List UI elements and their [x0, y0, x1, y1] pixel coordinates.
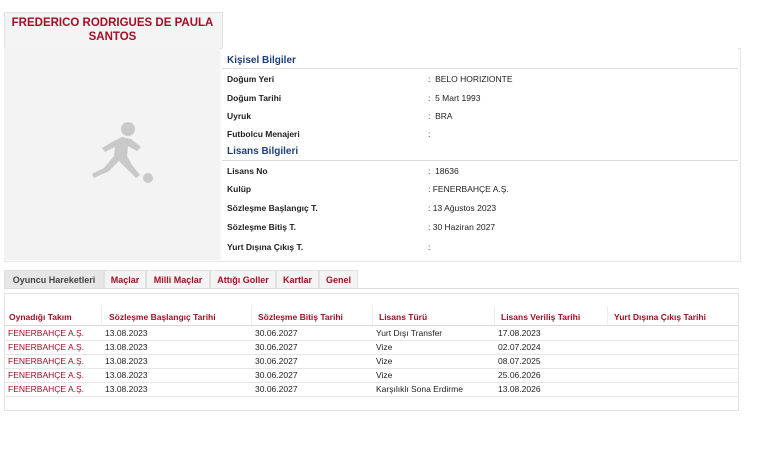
license-info-title: Lisans Bilgileri [227, 146, 299, 157]
col-header-contract-end: Sözleşme Bitiş Tarihi [258, 312, 343, 322]
birthplace-label: Doğum Yeri [227, 74, 275, 84]
tab-national-matches[interactable]: Milli Maçlar [146, 270, 210, 289]
nationality-label: Uyruk [227, 111, 252, 121]
cell-contract-start: 13.08.2023 [105, 370, 148, 380]
cell-contract-end: 30.06.2027 [255, 384, 298, 394]
tab-cards[interactable]: Kartlar [276, 270, 319, 289]
personal-info-title: Kişisel Bilgiler [227, 55, 296, 66]
cell-license-date: 13.08.2026 [498, 384, 541, 394]
cell-team[interactable]: FENERBAHÇE A.Ş. [8, 384, 84, 394]
contract-start-label: Sözleşme Başlangıç T. [227, 203, 318, 213]
cell-contract-start: 13.08.2023 [105, 356, 148, 366]
column-separator [372, 306, 373, 326]
table-row: FENERBAHÇE A.Ş. 13.08.2023 30.06.2027 Vi… [5, 355, 738, 369]
cell-team[interactable]: FENERBAHÇE A.Ş. [8, 370, 84, 380]
birthdate-label: Doğum Tarihi [227, 93, 282, 103]
cell-license-type: Vize [376, 356, 393, 366]
cell-team[interactable]: FENERBAHÇE A.Ş. [8, 328, 84, 338]
table-row: FENERBAHÇE A.Ş. 13.08.2023 30.06.2027 Vi… [5, 369, 738, 383]
cell-license-type: Karşılıklı Sona Erdirme [376, 384, 463, 394]
cell-contract-start: 13.08.2023 [105, 342, 148, 352]
cell-license-date: 08.07.2025 [498, 356, 541, 366]
cell-license-date: 02.07.2024 [498, 342, 541, 352]
tab-goals[interactable]: Attığı Goller [210, 270, 276, 289]
cell-license-date: 17.08.2023 [498, 328, 541, 338]
tab-general[interactable]: Genel [319, 270, 358, 289]
table-row: FENERBAHÇE A.Ş. 13.08.2023 30.06.2027 Ka… [5, 383, 738, 397]
cell-contract-end: 30.06.2027 [255, 342, 298, 352]
birthdate-value: : 5 Mart 1993 [428, 93, 481, 103]
birthplace-value: : BELO HORIZIONTE [428, 74, 513, 84]
player-photo [4, 48, 220, 260]
club-label: Kulüp [227, 184, 252, 194]
cell-license-type: Vize [376, 370, 393, 380]
cell-contract-end: 30.06.2027 [255, 356, 298, 366]
abroad-exit-label: Yurt Dışına Çıkış T. [227, 242, 304, 252]
cell-contract-end: 30.06.2027 [255, 328, 298, 338]
column-separator [494, 306, 495, 326]
col-header-contract-start: Sözleşme Başlangıç Tarihi [109, 312, 216, 322]
table-row: FENERBAHÇE A.Ş. 13.08.2023 30.06.2027 Yu… [5, 327, 738, 341]
license-no-label: Lisans No [227, 166, 268, 176]
club-value: : FENERBAHÇE A.Ş. [428, 184, 509, 194]
contract-end-label: Sözleşme Bitiş T. [227, 222, 296, 232]
divider [222, 68, 738, 69]
contract-start-value: : 13 Ağustos 2023 [428, 203, 497, 213]
football-player-silhouette-icon [92, 122, 153, 183]
table-header-divider [5, 325, 738, 326]
cell-license-type: Yurt Dışı Transfer [376, 328, 443, 338]
cell-license-date: 25.06.2026 [498, 370, 541, 380]
cell-contract-start: 13.08.2023 [105, 328, 148, 338]
col-header-team: Oynadığı Takım [9, 312, 72, 322]
cell-contract-end: 30.06.2027 [255, 370, 298, 380]
tab-player-movements[interactable]: Oyuncu Hareketleri [4, 270, 104, 289]
license-no-value: : 18636 [428, 166, 459, 176]
nationality-value: : BRA [428, 111, 453, 121]
col-header-license-date: Lisans Veriliş Tarihi [501, 312, 581, 322]
player-name: FREDERICO RODRIGUES DE PAULA SANTOS [11, 17, 214, 43]
col-header-license-type: Lisans Türü [379, 312, 428, 322]
column-separator [607, 306, 608, 326]
tab-matches[interactable]: Maçlar [104, 270, 146, 289]
cell-license-type: Vize [376, 342, 393, 352]
agent-value: : [428, 129, 431, 139]
cell-team[interactable]: FENERBAHÇE A.Ş. [8, 342, 84, 352]
col-header-abroad-exit: Yurt Dışına Çıkış Tarihi [614, 312, 706, 322]
abroad-exit-value: : [428, 242, 431, 252]
column-separator [101, 306, 102, 326]
divider [222, 160, 738, 161]
contract-end-value: : 30 Haziran 2027 [428, 222, 496, 232]
cell-team[interactable]: FENERBAHÇE A.Ş. [8, 356, 84, 366]
tab-underline [4, 288, 739, 289]
table-row: FENERBAHÇE A.Ş. 13.08.2023 30.06.2027 Vi… [5, 341, 738, 355]
cell-contract-start: 13.08.2023 [105, 384, 148, 394]
agent-label: Futbolcu Menajeri [227, 129, 300, 139]
column-separator [251, 306, 252, 326]
